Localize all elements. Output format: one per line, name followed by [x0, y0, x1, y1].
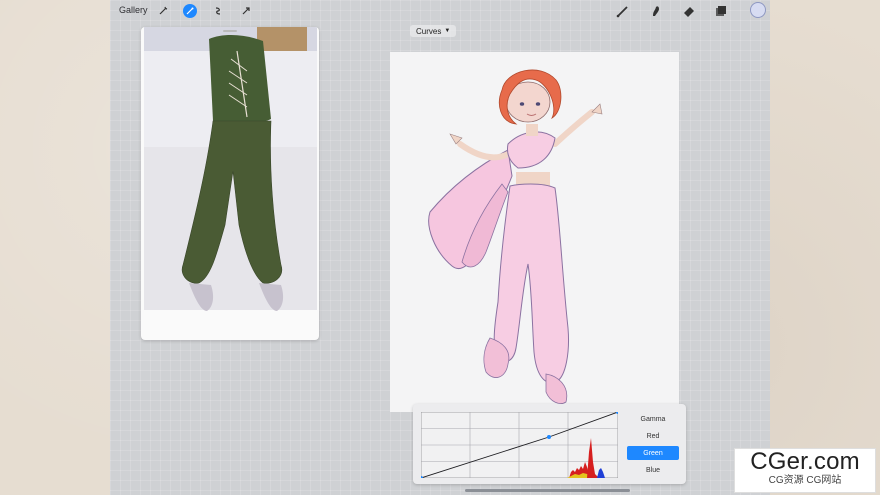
transform-icon[interactable] [239, 4, 253, 18]
wrench-icon[interactable] [156, 4, 170, 18]
drawing-canvas[interactable] [390, 52, 679, 412]
current-color-swatch[interactable] [750, 2, 766, 18]
reference-photo [144, 27, 317, 311]
curves-graph[interactable] [421, 412, 618, 478]
curves-panel: Gamma Red Green Blue [413, 404, 686, 484]
magic-wand-icon[interactable] [183, 4, 197, 18]
channel-green[interactable]: Green [627, 446, 679, 460]
reference-window[interactable] [141, 27, 319, 340]
channel-label: Red [646, 432, 660, 440]
gallery-button[interactable]: Gallery [119, 5, 148, 15]
top-toolbar: Gallery [110, 0, 770, 24]
curve-point[interactable] [547, 435, 551, 439]
channel-label: Green [643, 449, 663, 457]
selection-icon[interactable] [211, 4, 225, 18]
layers-icon[interactable] [714, 3, 730, 19]
channel-blue[interactable]: Blue [627, 463, 679, 477]
eraser-icon[interactable] [681, 3, 697, 19]
character-illustration [428, 69, 603, 404]
watermark-subtitle: CG资源 CG网站 [768, 475, 842, 486]
channel-label: Blue [645, 466, 660, 474]
channel-red[interactable]: Red [627, 429, 679, 443]
home-indicator [465, 489, 630, 492]
adjustment-mode-dropdown[interactable]: Curves ▼ [410, 25, 457, 37]
smudge-icon[interactable] [648, 3, 664, 19]
procreate-app: Gallery Curves ▼ Gamma Red Green Blue [110, 0, 770, 495]
channel-gamma[interactable]: Gamma [627, 412, 679, 426]
adjustment-mode-label: Curves [416, 26, 442, 36]
watermark-badge: CGer.com CG资源 CG网站 [734, 448, 876, 493]
brush-icon[interactable] [615, 3, 631, 19]
chevron-down-icon: ▼ [444, 28, 451, 34]
channel-label: Gamma [640, 415, 666, 423]
drag-handle[interactable] [223, 30, 237, 32]
watermark-title: CGer.com [750, 448, 860, 475]
